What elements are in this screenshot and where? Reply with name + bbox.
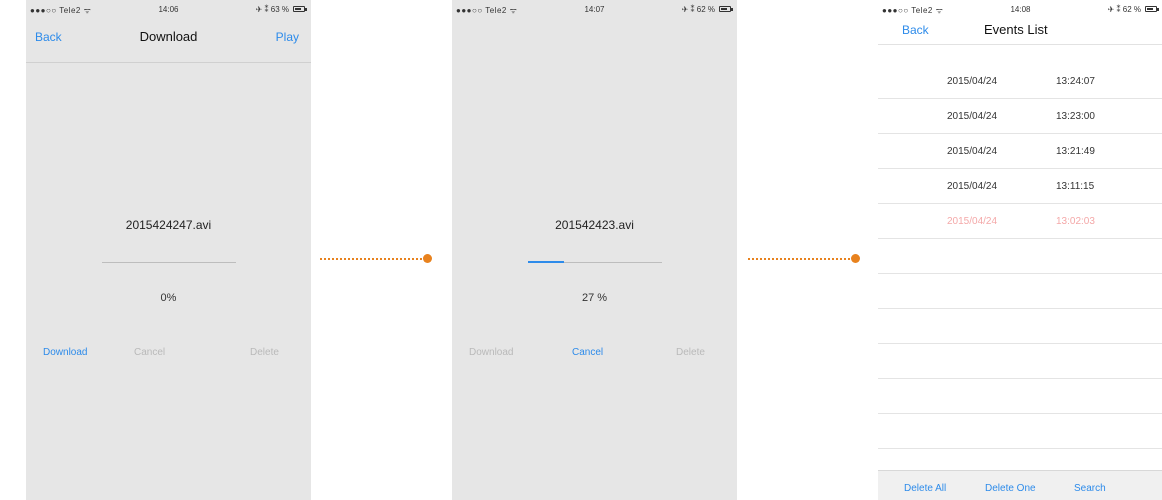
download-button[interactable]: Download <box>469 347 513 358</box>
delete-one-button[interactable]: Delete One <box>985 483 1036 494</box>
empty-row <box>878 414 1162 449</box>
download-progress-fill <box>528 261 565 263</box>
event-date: 2015/04/24 <box>947 76 998 87</box>
battery-icon <box>1145 6 1159 12</box>
bottom-toolbar: Delete All Delete One Search <box>878 470 1162 500</box>
search-button[interactable]: Search <box>1074 483 1106 494</box>
battery-icon <box>719 6 733 12</box>
file-name: 201542423.avi <box>555 218 634 232</box>
battery-icon <box>293 6 307 12</box>
event-date: 2015/04/24 <box>947 216 998 227</box>
cancel-button[interactable]: Cancel <box>572 347 603 358</box>
flow-connector-dot <box>851 254 860 263</box>
list-item[interactable]: 2015/04/24 13:21:49 <box>878 134 1162 169</box>
page-title: Download <box>139 29 198 44</box>
empty-row <box>878 309 1162 344</box>
event-time: 13:23:00 <box>1056 111 1095 122</box>
event-time: 13:24:07 <box>1056 76 1095 87</box>
events-list-screen: ●●●○○ Tele2 ᯤ 14:08 ✈ ⁑ 62 % Back Events… <box>878 0 1162 500</box>
download-screen-progress: ●●●○○ Tele2 ᯤ 14:07 ✈ ⁑ 62 % 201542423.a… <box>452 0 737 500</box>
download-actions: Download Cancel Delete <box>452 347 737 363</box>
event-time: 13:11:15 <box>1056 181 1095 192</box>
back-button[interactable]: Back <box>902 23 929 37</box>
event-date: 2015/04/24 <box>947 181 998 192</box>
flow-connector-line <box>320 258 426 260</box>
event-time: 13:02:03 <box>1056 216 1095 227</box>
list-item[interactable]: 2015/04/24 13:11:15 <box>878 169 1162 204</box>
empty-row <box>878 379 1162 414</box>
status-bar: ●●●○○ Tele2 ᯤ 14:08 ✈ ⁑ 62 % <box>878 0 1162 18</box>
download-progress-bar <box>528 261 662 263</box>
empty-row <box>878 239 1162 274</box>
download-button[interactable]: Download <box>43 347 87 358</box>
download-screen-initial: ●●●○○ Tele2 ᯤ 14:06 ✈ ⁑ 63 % Back Downlo… <box>26 0 311 500</box>
status-bar: ●●●○○ Tele2 ᯤ 14:06 ✈ ⁑ 63 % <box>26 0 311 18</box>
empty-row <box>878 344 1162 379</box>
progress-percent: 27 % <box>581 292 608 304</box>
download-actions: Download Cancel Delete <box>26 347 311 363</box>
play-button[interactable]: Play <box>276 30 299 44</box>
battery-percent: ✈ ⁑ 62 % <box>681 5 715 14</box>
event-date: 2015/04/24 <box>947 111 998 122</box>
event-time: 13:21:49 <box>1056 146 1095 157</box>
list-item[interactable]: 2015/04/24 13:23:00 <box>878 99 1162 134</box>
file-name: 2015424247.avi <box>125 218 212 232</box>
page-title: Events List <box>984 22 1048 37</box>
battery-percent: ✈ ⁑ 63 % <box>255 5 289 14</box>
battery-percent: ✈ ⁑ 62 % <box>1107 5 1141 14</box>
list-item-selected[interactable]: 2015/04/24 13:02:03 <box>878 204 1162 239</box>
delete-button[interactable]: Delete <box>250 347 279 358</box>
events-list: 2015/04/24 13:24:07 2015/04/24 13:23:00 … <box>878 64 1162 449</box>
list-item[interactable]: 2015/04/24 13:24:07 <box>878 64 1162 99</box>
empty-row <box>878 274 1162 309</box>
progress-percent: 0% <box>160 292 177 304</box>
cancel-button[interactable]: Cancel <box>134 347 165 358</box>
event-date: 2015/04/24 <box>947 146 998 157</box>
flow-connector-line <box>748 258 854 260</box>
delete-button[interactable]: Delete <box>676 347 705 358</box>
delete-all-button[interactable]: Delete All <box>904 483 946 494</box>
flow-connector-dot <box>423 254 432 263</box>
download-progress-bar <box>102 262 236 263</box>
status-bar: ●●●○○ Tele2 ᯤ 14:07 ✈ ⁑ 62 % <box>452 0 737 18</box>
